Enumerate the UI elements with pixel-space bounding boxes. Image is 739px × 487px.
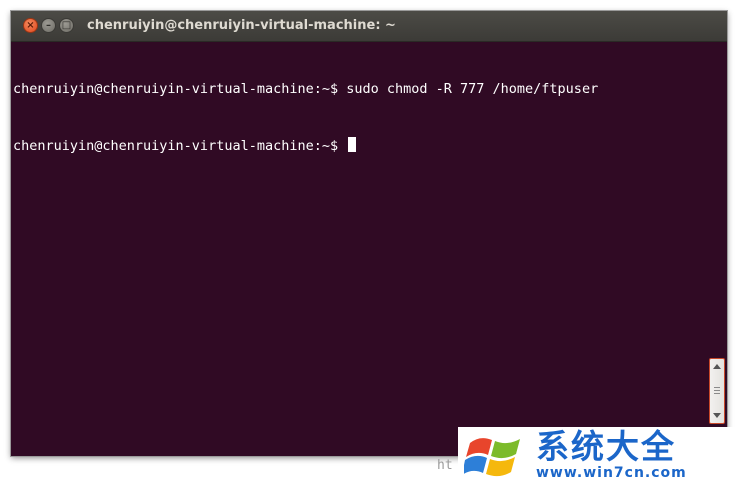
watermark-banner: 系统大全 www.win7cn.com bbox=[458, 427, 736, 483]
scroll-grip bbox=[714, 393, 720, 394]
text-cursor bbox=[348, 137, 357, 152]
terminal-window: × – □ chenruiyin@chenruiyin-virtual-mach… bbox=[11, 11, 727, 456]
minimize-icon[interactable]: – bbox=[41, 18, 56, 33]
windows-logo-icon bbox=[464, 438, 520, 477]
scroll-grip bbox=[714, 390, 720, 391]
vertical-scrollbar[interactable] bbox=[709, 358, 725, 424]
title-bar[interactable]: × – □ chenruiyin@chenruiyin-virtual-mach… bbox=[11, 11, 727, 42]
watermark-url: www.win7cn.com bbox=[536, 465, 687, 481]
scroll-down-arrow-icon[interactable] bbox=[713, 413, 721, 418]
close-icon[interactable]: × bbox=[23, 18, 38, 33]
scroll-up-arrow-icon[interactable] bbox=[713, 364, 721, 369]
terminal-line-1: chenruiyin@chenruiyin-virtual-machine:~$… bbox=[13, 81, 599, 97]
watermark-partial-text: ht bbox=[437, 458, 453, 473]
terminal-line-2: chenruiyin@chenruiyin-virtual-machine:~$ bbox=[13, 137, 707, 156]
terminal-prompt: chenruiyin@chenruiyin-virtual-machine:~$ bbox=[13, 138, 347, 154]
scroll-grip bbox=[714, 387, 720, 388]
window-title: chenruiyin@chenruiyin-virtual-machine: ~ bbox=[87, 18, 396, 33]
maximize-icon[interactable]: □ bbox=[59, 18, 74, 33]
terminal-output[interactable]: chenruiyin@chenruiyin-virtual-machine:~$… bbox=[13, 42, 707, 454]
watermark-title: 系统大全 bbox=[536, 427, 676, 466]
